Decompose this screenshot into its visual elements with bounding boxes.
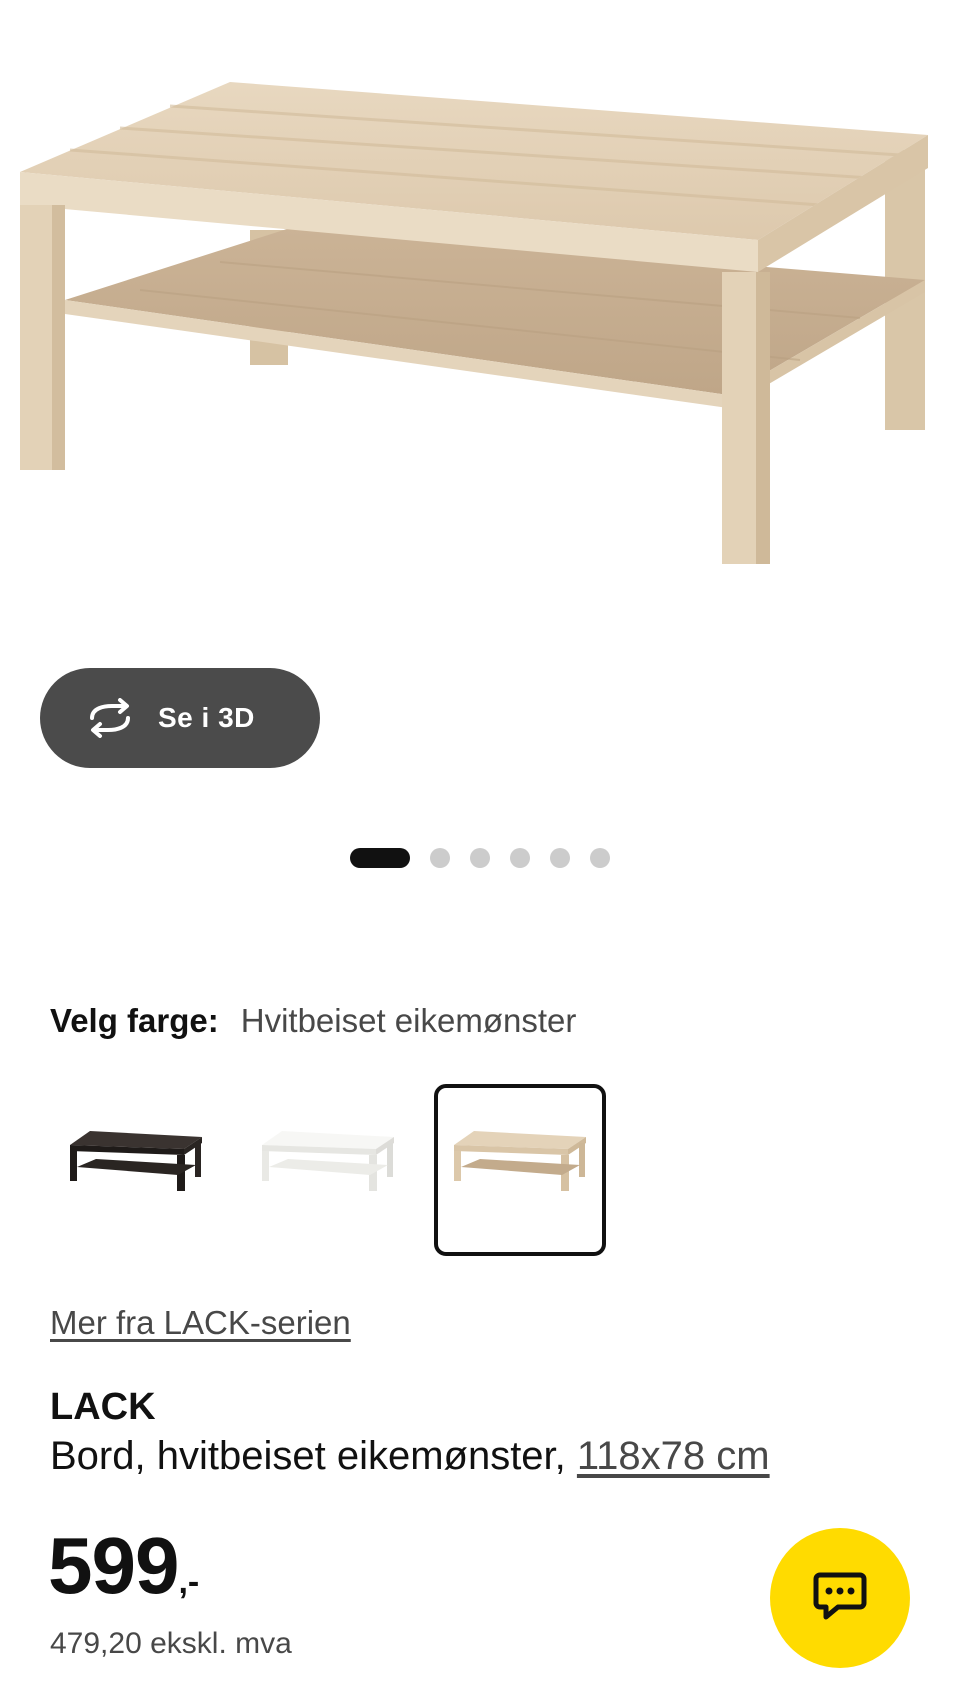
white-stained-oak-table-thumbnail: [454, 1131, 586, 1191]
image-carousel-indicator: [350, 848, 610, 868]
carousel-dot-3[interactable]: [470, 848, 490, 868]
carousel-dot-6[interactable]: [590, 848, 610, 868]
product-description-text: Bord, hvitbeiset eikemønster,: [50, 1434, 577, 1478]
price-excl-vat: 479,20 ekskl. mva: [50, 1627, 292, 1660]
price-amount: 599: [48, 1521, 179, 1610]
product-page: Se i 3D Velg farge: Hvitbeiset eikemønst…: [0, 0, 960, 1707]
carousel-dot-4[interactable]: [510, 848, 530, 868]
carousel-dot-5[interactable]: [550, 848, 570, 868]
rotate-3d-icon: [82, 698, 138, 738]
chat-button[interactable]: [770, 1528, 910, 1668]
view-in-3d-label: Se i 3D: [158, 702, 255, 733]
price-suffix: ,-: [178, 1563, 200, 1601]
product-size-link[interactable]: 118x78 cm: [577, 1434, 770, 1478]
color-swatch-black-brown[interactable]: [50, 1084, 222, 1256]
price: 599 ,-: [48, 1520, 199, 1612]
color-swatches: [50, 1084, 606, 1256]
view-in-3d-button[interactable]: Se i 3D: [40, 668, 320, 768]
carousel-dot-2[interactable]: [430, 848, 450, 868]
chat-icon: [812, 1571, 868, 1626]
product-description: Bord, hvitbeiset eikemønster, 118x78 cm: [50, 1434, 770, 1479]
color-swatch-white[interactable]: [242, 1084, 414, 1256]
black-brown-table-thumbnail: [70, 1131, 202, 1191]
color-picker-heading: Velg farge:: [50, 1002, 219, 1039]
product-image[interactable]: [0, 0, 960, 640]
color-swatch-white-stained-oak[interactable]: [434, 1084, 606, 1256]
selected-color-value: Hvitbeiset eikemønster: [240, 1002, 577, 1039]
series-link[interactable]: Mer fra LACK-serien: [50, 1304, 351, 1342]
color-picker-header: Velg farge: Hvitbeiset eikemønster: [50, 1002, 576, 1040]
product-name: LACK: [50, 1386, 156, 1428]
carousel-dot-1[interactable]: [350, 848, 410, 868]
table-illustration: [20, 82, 928, 564]
white-table-thumbnail: [262, 1131, 394, 1191]
